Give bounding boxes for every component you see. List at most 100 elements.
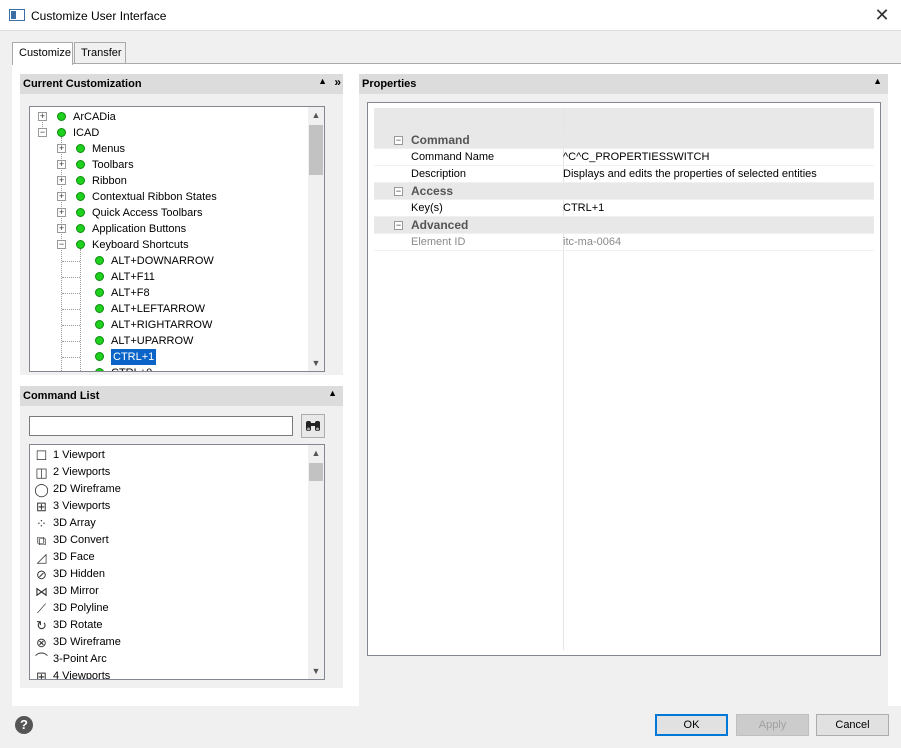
- command-list[interactable]: ⊞ 4 Viewports ⌒ 3-Point Arc ⊗ 3D Wireframe ↻ 3D…: [29, 444, 325, 680]
- expand-plus-icon[interactable]: +: [57, 224, 66, 233]
- command-list-item[interactable]: ⧉ 3D Convert: [34, 532, 304, 549]
- expand-plus-icon[interactable]: +: [57, 208, 66, 217]
- customization-tree[interactable]: CTRL+0CTRL+1ALT+UPARROW ALT+RIGHTARROW ALT…: [29, 106, 325, 372]
- window-title: Customize User Interface: [31, 9, 167, 23]
- property-grid[interactable]: − Command Command Name ^C^C_PROPERTIESSWITC…: [374, 108, 874, 650]
- title-bar: Customize User Interface ✕: [0, 0, 901, 31]
- tree-item[interactable]: ALT+RIGHTARROW: [30, 317, 308, 333]
- tree-item[interactable]: ALT+DOWNARROW: [30, 253, 308, 269]
- close-icon[interactable]: ✕: [869, 3, 895, 27]
- status-dot-icon: [95, 336, 104, 345]
- property-row[interactable]: Command Name ^C^C_PROPERTIESSWITCH: [374, 149, 874, 166]
- command-list-item[interactable]: ↻ 3D Rotate: [34, 617, 304, 634]
- property-row[interactable]: Element ID itc-ma-0064: [374, 234, 874, 251]
- tree-item-label: Application Buttons: [92, 223, 187, 235]
- tree-item[interactable]: + Quick Access Toolbars: [30, 205, 308, 221]
- tree-item[interactable]: + Application Buttons: [30, 221, 308, 237]
- collapse-minus-icon[interactable]: −: [394, 221, 403, 230]
- tree-item[interactable]: + Menus: [30, 141, 308, 157]
- tree-item[interactable]: CTRL+0: [30, 365, 308, 371]
- scroll-up-icon[interactable]: ▲: [308, 445, 324, 461]
- expand-plus-icon[interactable]: +: [57, 144, 66, 153]
- tree-item-label: ALT+F11: [111, 271, 155, 283]
- property-category[interactable]: − Command: [374, 132, 874, 149]
- status-dot-icon: [57, 128, 66, 137]
- command-list-item-label: 1 Viewport: [53, 449, 105, 461]
- status-dot-icon: [76, 208, 85, 217]
- command-list-item[interactable]: ⊘ 3D Hidden: [34, 566, 304, 583]
- tree-scroll-thumb[interactable]: [309, 125, 323, 175]
- property-value[interactable]: ^C^C_PROPERTIESSWITCH: [563, 149, 709, 166]
- command-list-item-label: 3 Viewports: [53, 500, 111, 512]
- tab-customize[interactable]: Customize: [12, 42, 73, 65]
- command-list-item[interactable]: ◫ 2 Viewports: [34, 464, 304, 481]
- collapse-minus-icon[interactable]: −: [394, 187, 403, 196]
- status-dot-icon: [76, 240, 85, 249]
- command-list-item[interactable]: ◿ 3D Face: [34, 549, 304, 566]
- ok-button[interactable]: OK: [655, 714, 728, 736]
- tree-item[interactable]: ALT+F8: [30, 285, 308, 301]
- command-list-item[interactable]: ⊗ 3D Wireframe: [34, 634, 304, 651]
- scroll-down-icon[interactable]: ▼: [308, 663, 324, 679]
- tree-item-label: Contextual Ribbon States: [92, 191, 217, 203]
- rotate-3d-icon: ↻: [36, 618, 47, 633]
- collapse-minus-icon[interactable]: −: [57, 240, 66, 249]
- tree-scrollbar[interactable]: ▲ ▼: [308, 107, 324, 371]
- command-list-item[interactable]: ⌒ 3-Point Arc: [34, 651, 304, 668]
- tree-item-label: Ribbon: [92, 175, 127, 187]
- command-list-scroll-thumb[interactable]: [309, 463, 323, 481]
- collapse-up-icon[interactable]: ▲: [328, 388, 337, 398]
- tree-item[interactable]: ALT+F11: [30, 269, 308, 285]
- command-list-item[interactable]: ⋈ 3D Mirror: [34, 583, 304, 600]
- command-list-item[interactable]: ⟋ 3D Polyline: [34, 600, 304, 617]
- property-category[interactable]: − Access: [374, 183, 874, 200]
- cancel-button[interactable]: Cancel: [816, 714, 889, 736]
- command-list-scrollbar[interactable]: ▲ ▼: [308, 445, 324, 679]
- help-icon[interactable]: ?: [15, 716, 33, 734]
- command-search-input[interactable]: [29, 416, 293, 436]
- tree-item[interactable]: + Toolbars: [30, 157, 308, 173]
- command-list-item[interactable]: ◯ 2D Wireframe: [34, 481, 304, 498]
- tree-item[interactable]: ALT+UPARROW: [30, 333, 308, 349]
- property-row[interactable]: Key(s) CTRL+1: [374, 200, 874, 217]
- collapse-minus-icon[interactable]: −: [394, 136, 403, 145]
- expand-double-chevron-icon[interactable]: »: [334, 75, 341, 89]
- command-list-item-label: 3D Array: [53, 517, 96, 529]
- tree-item[interactable]: CTRL+1: [30, 348, 308, 366]
- property-name: Command Name: [411, 151, 495, 163]
- property-value[interactable]: Displays and edits the properties of sel…: [563, 166, 817, 183]
- command-list-item[interactable]: ⊞ 4 Viewports: [34, 668, 304, 680]
- scroll-up-icon[interactable]: ▲: [308, 107, 324, 123]
- tree-item-label: Toolbars: [92, 159, 134, 171]
- property-value[interactable]: CTRL+1: [563, 200, 604, 217]
- tree-item[interactable]: + Ribbon: [30, 173, 308, 189]
- status-dot-icon: [95, 272, 104, 281]
- property-category[interactable]: − Advanced: [374, 217, 874, 234]
- expand-plus-icon[interactable]: +: [38, 112, 47, 121]
- status-dot-icon: [95, 288, 104, 297]
- expand-plus-icon[interactable]: +: [57, 160, 66, 169]
- collapse-minus-icon[interactable]: −: [38, 128, 47, 137]
- command-list-item[interactable]: ☐ 1 Viewport: [34, 447, 304, 464]
- collapse-up-icon[interactable]: ▲: [318, 76, 327, 86]
- scroll-down-icon[interactable]: ▼: [308, 355, 324, 371]
- command-list-item[interactable]: ⁘ 3D Array: [34, 515, 304, 532]
- command-list-item[interactable]: ⊞ 3 Viewports: [34, 498, 304, 515]
- tree-item[interactable]: − ICAD: [30, 125, 308, 141]
- apply-button[interactable]: Apply: [736, 714, 809, 736]
- property-row[interactable]: Description Displays and edits the proper…: [374, 166, 874, 183]
- collapse-up-icon[interactable]: ▲: [873, 76, 882, 86]
- command-list-item-label: 4 Viewports: [53, 670, 111, 680]
- tree-item-label: ArCADia: [73, 111, 116, 123]
- expand-plus-icon[interactable]: +: [57, 192, 66, 201]
- tab-transfer[interactable]: Transfer: [74, 42, 126, 64]
- property-grid-frame: − Command Command Name ^C^C_PROPERTIESSWITC…: [367, 102, 881, 656]
- tree-item[interactable]: + ArCADia: [30, 109, 308, 125]
- tree-item[interactable]: − Keyboard Shortcuts: [30, 237, 308, 253]
- property-value[interactable]: itc-ma-0064: [563, 234, 621, 251]
- expand-plus-icon[interactable]: +: [57, 176, 66, 185]
- status-dot-icon: [76, 144, 85, 153]
- binoculars-search-icon[interactable]: [301, 414, 325, 438]
- tree-item[interactable]: + Contextual Ribbon States: [30, 189, 308, 205]
- tree-item[interactable]: ALT+LEFTARROW: [30, 301, 308, 317]
